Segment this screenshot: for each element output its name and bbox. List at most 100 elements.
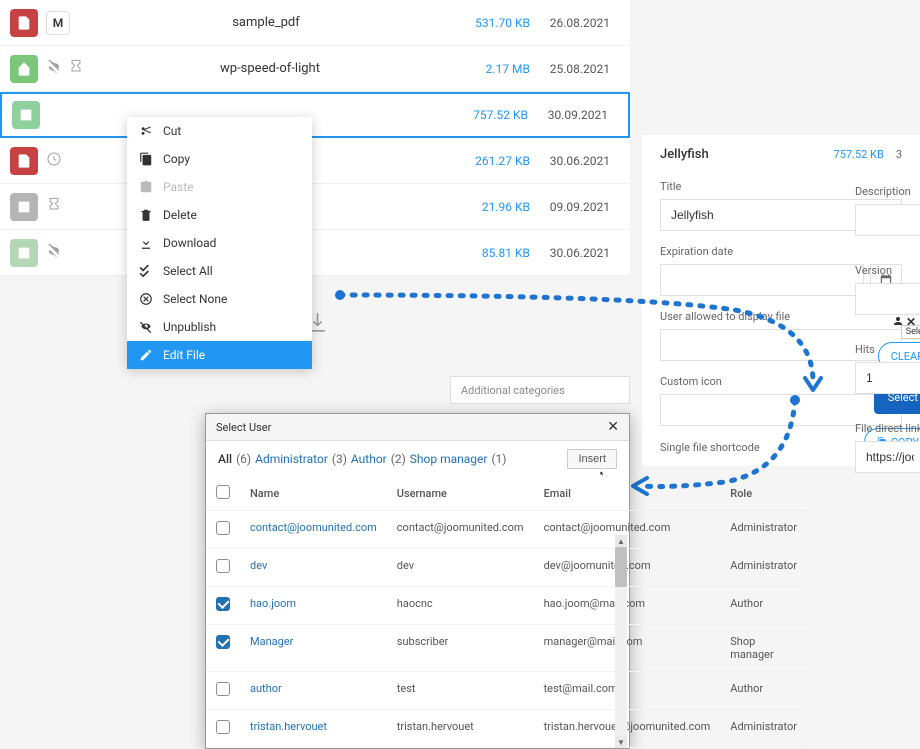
file-list: M sample_pdf 531.70 KB 26.08.2021 wp-spe… [0,0,630,276]
user-role: Administrator [720,549,807,587]
user-name-link[interactable]: author [250,682,282,695]
user-name-link[interactable]: tristan.hervouet [250,720,327,733]
file-size: 85.81 KB [450,246,530,260]
pdf-file-icon [10,9,38,37]
select-all-checkbox[interactable] [216,485,230,499]
row-checkbox[interactable] [216,720,230,734]
hourglass-icon [46,197,62,217]
row-checkbox[interactable] [216,635,230,649]
user-name-link[interactable]: Manager [250,635,293,648]
hits-label: Hits [855,343,920,356]
file-date: 30.09.2021 [528,108,618,122]
user-row[interactable]: tristan.hervouet tristan.hervouet trista… [206,710,807,748]
filter-administrator[interactable]: Administrator [255,452,328,466]
modal-title: Select User [216,421,271,434]
hits-input[interactable] [855,362,920,394]
ctx-label: Download [163,236,216,250]
ctx-copy[interactable]: Copy [127,145,312,173]
ctx-label: Paste [163,180,194,194]
file-size: 261.27 KB [450,154,530,168]
ctx-unpublish[interactable]: Unpublish [127,313,312,341]
ctx-label: Edit File [163,348,205,362]
filter-shop-manager[interactable]: Shop manager [410,452,488,466]
version-input[interactable] [855,283,920,315]
ctx-select-none[interactable]: Select None [127,285,312,313]
file-date: 25.08.2021 [530,62,620,76]
modal-close-icon[interactable]: ✕ [607,419,619,435]
description-input[interactable] [855,204,920,236]
user-row[interactable]: contact@joomunited.com contact@joomunite… [206,511,807,549]
file-row[interactable]: 85.81 KB 30.06.2021 [0,230,630,276]
context-menu: Cut Copy Paste Delete Download Select All Sele… [127,117,312,369]
file-size: 757.52 KB [448,108,528,122]
version-label: Version [855,264,920,277]
scroll-up-icon[interactable]: ▲ [615,535,627,547]
col-email[interactable]: Email [534,477,721,511]
additional-categories-input[interactable]: Additional categories [450,376,630,404]
user-username: contact@joomunited.com [387,511,534,549]
ctx-paste[interactable]: Paste [127,173,312,201]
eye-off-icon [46,59,62,79]
user-username: tristan.hervouet [387,710,534,748]
row-checkbox[interactable] [216,682,230,696]
file-date: 09.09.2021 [530,200,620,214]
ctx-label: Select All [163,264,213,278]
ctx-delete[interactable]: Delete [127,201,312,229]
insert-button[interactable]: Insert [567,449,617,469]
file-size: 21.96 KB [450,200,530,214]
hourglass-icon [68,59,84,79]
file-date: 30.06.2021 [530,246,620,260]
scroll-thumb[interactable] [615,547,627,587]
modal-scrollbar[interactable]: ▲ ▼ [615,547,627,746]
file-row[interactable]: 757.52 KB 30.09.2021 [0,92,630,138]
row-checkbox[interactable] [216,521,230,535]
svg-file-icon [10,193,38,221]
ctx-label: Unpublish [163,320,216,334]
user-table: Name Username Email Role contact@joomuni… [206,477,807,748]
clock-icon [46,151,62,171]
file-row[interactable]: 11 261.27 KB 30.06.2021 [0,138,630,184]
file-date: 30.06.2021 [530,154,620,168]
role-filter-links: All(6) Administrator(3) Author(2) Shop m… [218,452,506,466]
file-name: wp-speed-of-light [90,61,450,76]
filter-author[interactable]: Author [351,452,387,466]
scroll-down-icon[interactable]: ▼ [615,736,627,748]
user-row[interactable]: author test test@mail.com Author [206,672,807,710]
col-name[interactable]: Name [240,477,387,511]
file-row[interactable]: M sample_pdf 531.70 KB 26.08.2021 [0,0,630,46]
user-name-link[interactable]: dev [250,559,267,572]
ctx-label: Select None [163,292,227,306]
user-username: dev [387,549,534,587]
row-checkbox[interactable] [216,597,230,611]
user-row[interactable]: Manager subscriber manager@mail.com Shop… [206,625,807,672]
user-username: test [387,672,534,710]
ctx-edit[interactable]: Edit File [127,341,312,369]
ctx-download[interactable]: Download [127,229,312,257]
ctx-cut[interactable]: Cut [127,117,312,145]
filter-all[interactable]: All [218,452,232,466]
other-file-icon [10,239,38,267]
file-row[interactable]: le 21.96 KB 09.09.2021 [0,184,630,230]
user-row[interactable]: dev dev dev@joomunited.com Administrator [206,549,807,587]
ctx-label: Copy [163,152,190,166]
file-size: 2.17 MB [450,62,530,76]
row-checkbox[interactable] [216,559,230,573]
user-role: Author [720,587,807,625]
col-role[interactable]: Role [720,477,807,511]
link-input[interactable] [855,441,920,473]
pdf-file-icon [10,147,38,175]
expiration-input[interactable] [660,264,864,296]
file-size: 531.70 KB [450,16,530,30]
zip-file-icon [10,55,38,83]
user-row[interactable]: hao.joom haocnc hao.joom@mail.com Author [206,587,807,625]
description-label: Description [855,185,920,198]
user-role: Shop manager [720,625,807,672]
user-role: Author [720,672,807,710]
user-name-link[interactable]: contact@joomunited.com [250,521,377,534]
ctx-select-all[interactable]: Select All [127,257,312,285]
ctx-label: Cut [163,124,181,138]
file-row[interactable]: wp-speed-of-light 2.17 MB 25.08.2021 [0,46,630,92]
select-user-modal: Select User ✕ All(6) Administrator(3) Au… [205,413,630,749]
user-name-link[interactable]: hao.joom [250,597,296,610]
col-username[interactable]: Username [387,477,534,511]
